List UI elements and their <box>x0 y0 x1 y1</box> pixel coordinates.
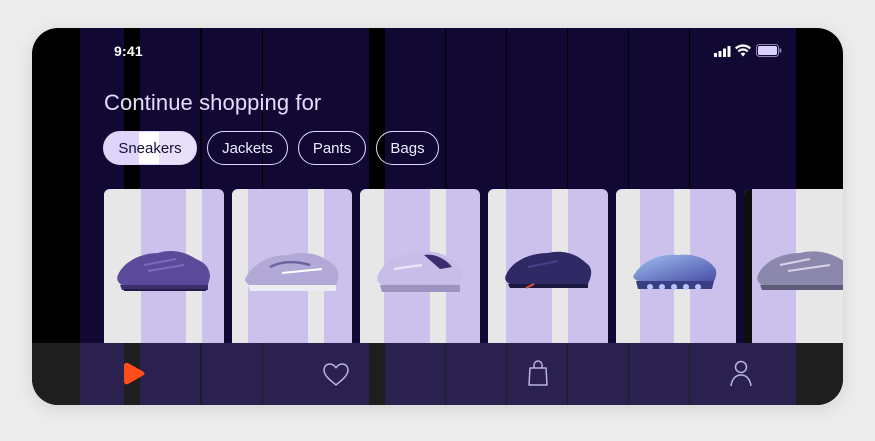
tab-home[interactable] <box>114 353 154 393</box>
purple-sneaker-image <box>117 251 210 291</box>
shopping-bag-icon <box>528 360 548 386</box>
tab-bar-stripe <box>629 343 689 405</box>
tab-profile[interactable] <box>721 353 761 393</box>
brand-logo-icon <box>124 362 145 385</box>
dark-navy-sneaker-image <box>505 251 592 289</box>
product-card[interactable] <box>104 189 224 343</box>
wifi-icon <box>735 44 751 57</box>
chip-pants[interactable]: Pants <box>298 131 366 165</box>
lilac-running-sneaker-image <box>245 253 339 291</box>
chunky-lavender-sneaker-image <box>377 251 463 292</box>
product-card[interactable] <box>488 189 608 343</box>
product-card[interactable] <box>744 189 843 343</box>
bottom-tab-bar <box>32 343 843 405</box>
product-card[interactable] <box>360 189 480 343</box>
blue-gradient-sneaker-image <box>633 254 717 290</box>
status-bar: 9:41 <box>32 28 843 74</box>
status-time: 9:41 <box>114 43 143 59</box>
cellular-signal-icon <box>714 46 731 57</box>
chip-jackets[interactable]: Jackets <box>207 131 288 165</box>
product-card[interactable] <box>616 189 736 343</box>
tab-bar-stripe <box>385 343 445 405</box>
tab-bar-stripe <box>568 343 628 405</box>
page-title: Continue shopping for <box>104 90 322 115</box>
tab-bar-stripe <box>202 343 262 405</box>
tab-bar-stripe <box>446 343 506 405</box>
product-card[interactable] <box>232 189 352 343</box>
chip-bags[interactable]: Bags <box>376 131 439 165</box>
tab-wishlist[interactable] <box>316 353 356 393</box>
chip-sneakers[interactable]: Sneakers <box>103 131 197 165</box>
product-carousel <box>104 189 843 343</box>
profile-icon <box>730 360 752 387</box>
battery-icon <box>756 44 782 57</box>
app-screen: 9:41 Continue shopping for Sneakers Jack… <box>32 28 843 405</box>
metallic-silver-sneaker-image <box>757 251 843 290</box>
tab-cart[interactable] <box>518 353 558 393</box>
heart-icon <box>323 363 349 386</box>
